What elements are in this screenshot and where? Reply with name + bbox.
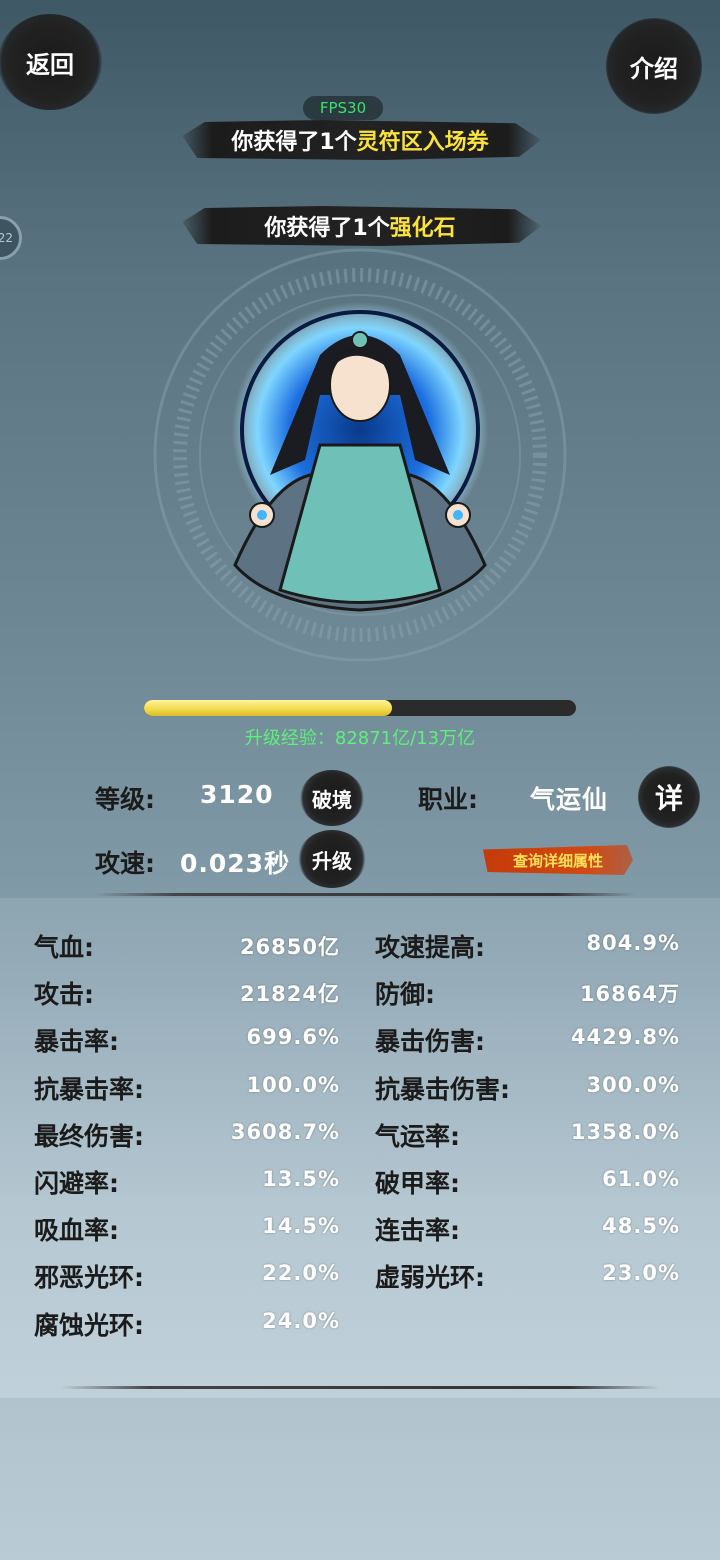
left-orb	[257, 510, 267, 520]
stat-value: 61.0%	[602, 1167, 680, 1191]
level-label: 等级:	[95, 785, 155, 814]
hair-ornament	[351, 331, 369, 349]
stat-value: 22.0%	[262, 1261, 340, 1285]
stat-label: 破甲率:	[375, 1169, 460, 1198]
stat-label: 攻速提高:	[375, 933, 485, 962]
toast-prefix: 你获得了1个	[231, 130, 357, 155]
stat-value: 4429.8%	[570, 1025, 680, 1049]
side-badge[interactable]: 22	[0, 216, 22, 260]
toast-prefix: 你获得了1个	[264, 216, 390, 241]
exp-progress-bar	[144, 700, 576, 716]
stat-label: 最终伤害:	[34, 1122, 144, 1151]
reward-toast: 你获得了1个 强化石	[182, 206, 542, 246]
stat-value: 24.0%	[262, 1309, 340, 1333]
stat-label: 气血:	[34, 933, 94, 962]
stat-value: 14.5%	[262, 1214, 340, 1238]
class-label: 职业:	[418, 785, 478, 814]
view-detail-attributes-button[interactable]: 查询详细属性	[483, 845, 633, 875]
stat-value: 300.0%	[586, 1073, 680, 1097]
speed-value: 0.023秒	[180, 849, 291, 878]
stat-label: 攻击:	[34, 980, 94, 1009]
stat-value: 13.5%	[262, 1167, 340, 1191]
stat-label: 腐蚀光环:	[34, 1311, 144, 1340]
divider-top	[95, 893, 635, 896]
stat-value: 26850亿	[239, 935, 340, 959]
stat-value: 23.0%	[602, 1261, 680, 1285]
stat-value: 16864万	[579, 982, 680, 1006]
stat-label: 气运率:	[375, 1122, 460, 1151]
exp-progress-fill	[144, 700, 393, 716]
stat-value: 804.9%	[586, 931, 680, 955]
intro-button[interactable]: 介绍	[606, 18, 702, 114]
detail-icon-button[interactable]: 详	[638, 766, 700, 828]
stat-label: 抗暴击率:	[34, 1075, 144, 1104]
level-value: 3120	[200, 780, 274, 809]
reward-toast: 你获得了1个 灵符区入场券	[182, 120, 542, 160]
speed-label: 攻速:	[95, 849, 155, 878]
stat-label: 防御:	[375, 980, 435, 1009]
stat-label: 虚弱光环:	[375, 1263, 485, 1292]
stat-value: 699.6%	[246, 1025, 340, 1049]
stat-label: 闪避率:	[34, 1169, 119, 1198]
stat-value: 3608.7%	[230, 1120, 340, 1144]
stat-label: 吸血率:	[34, 1216, 119, 1245]
stat-label: 邪恶光环:	[34, 1263, 144, 1292]
stat-label: 连击率:	[375, 1216, 460, 1245]
stat-value: 21824亿	[239, 982, 340, 1006]
fps-counter: FPS30	[303, 96, 383, 120]
toast-item: 强化石	[389, 216, 456, 241]
stat-label: 暴击伤害:	[375, 1027, 485, 1056]
upgrade-button[interactable]: 升级	[298, 830, 366, 888]
stat-label: 暴击率:	[34, 1027, 119, 1056]
stat-value: 1358.0%	[570, 1120, 680, 1144]
character-portrait	[153, 248, 567, 662]
divider-bottom	[60, 1386, 660, 1389]
breakthrough-button[interactable]: 破境	[300, 770, 364, 826]
back-button[interactable]: 返回	[0, 14, 102, 110]
toast-item: 灵符区入场券	[356, 130, 489, 155]
right-orb	[453, 510, 463, 520]
exp-label: 升级经验：82871亿/13万亿	[244, 728, 476, 749]
stat-value: 48.5%	[602, 1214, 680, 1238]
class-value: 气运仙	[530, 785, 609, 814]
stat-label: 抗暴击伤害:	[375, 1075, 510, 1104]
stat-value: 100.0%	[246, 1073, 340, 1097]
